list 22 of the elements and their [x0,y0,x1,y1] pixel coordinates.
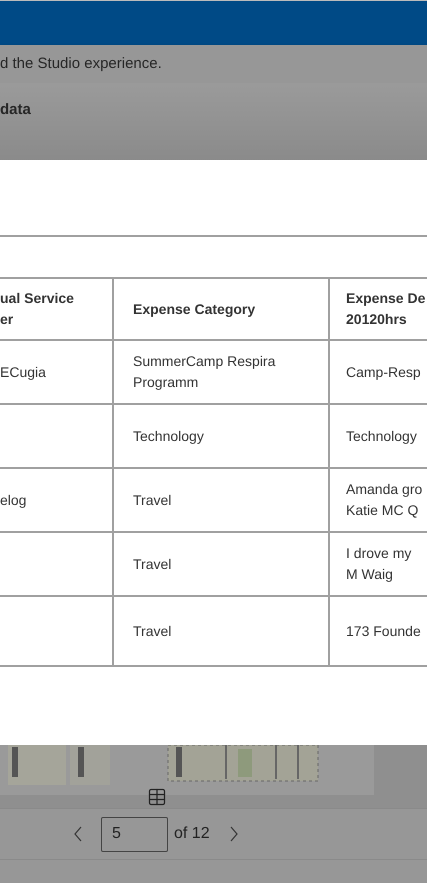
chevron-left-icon [74,826,82,842]
page-number-field[interactable]: 5 [101,816,168,852]
chevron-right-icon [230,826,238,842]
column-header: ual Service er [0,289,74,329]
table-cell-text: ECugia [0,362,46,382]
column-header: Expense Category [133,300,256,319]
notice-text: d the Studio experience. [0,54,162,74]
table-cell-text: Travel [133,490,172,510]
table-cell-text: Camp-Resp [346,362,421,382]
table-cell-text: Travel [133,622,172,640]
table-cell-text: SummerCamp Respira Programm [133,352,276,392]
table-cell-text: Travel [133,554,172,574]
table-cell-text: Technology [346,426,417,446]
page-count: of 12 [174,824,210,844]
table-icon[interactable] [147,787,167,807]
table-cell-text: I drove my M Waig [346,544,412,584]
table-cell-text: elog [0,490,26,510]
table-cell-text: 173 Founde [346,622,421,640]
table-cell-text: Amanda gro Katie MC Q [346,480,422,520]
table-cell-text: Technology [133,426,204,446]
column-header: Expense De 20120hrs [346,289,426,329]
panel-title: data [0,100,32,120]
